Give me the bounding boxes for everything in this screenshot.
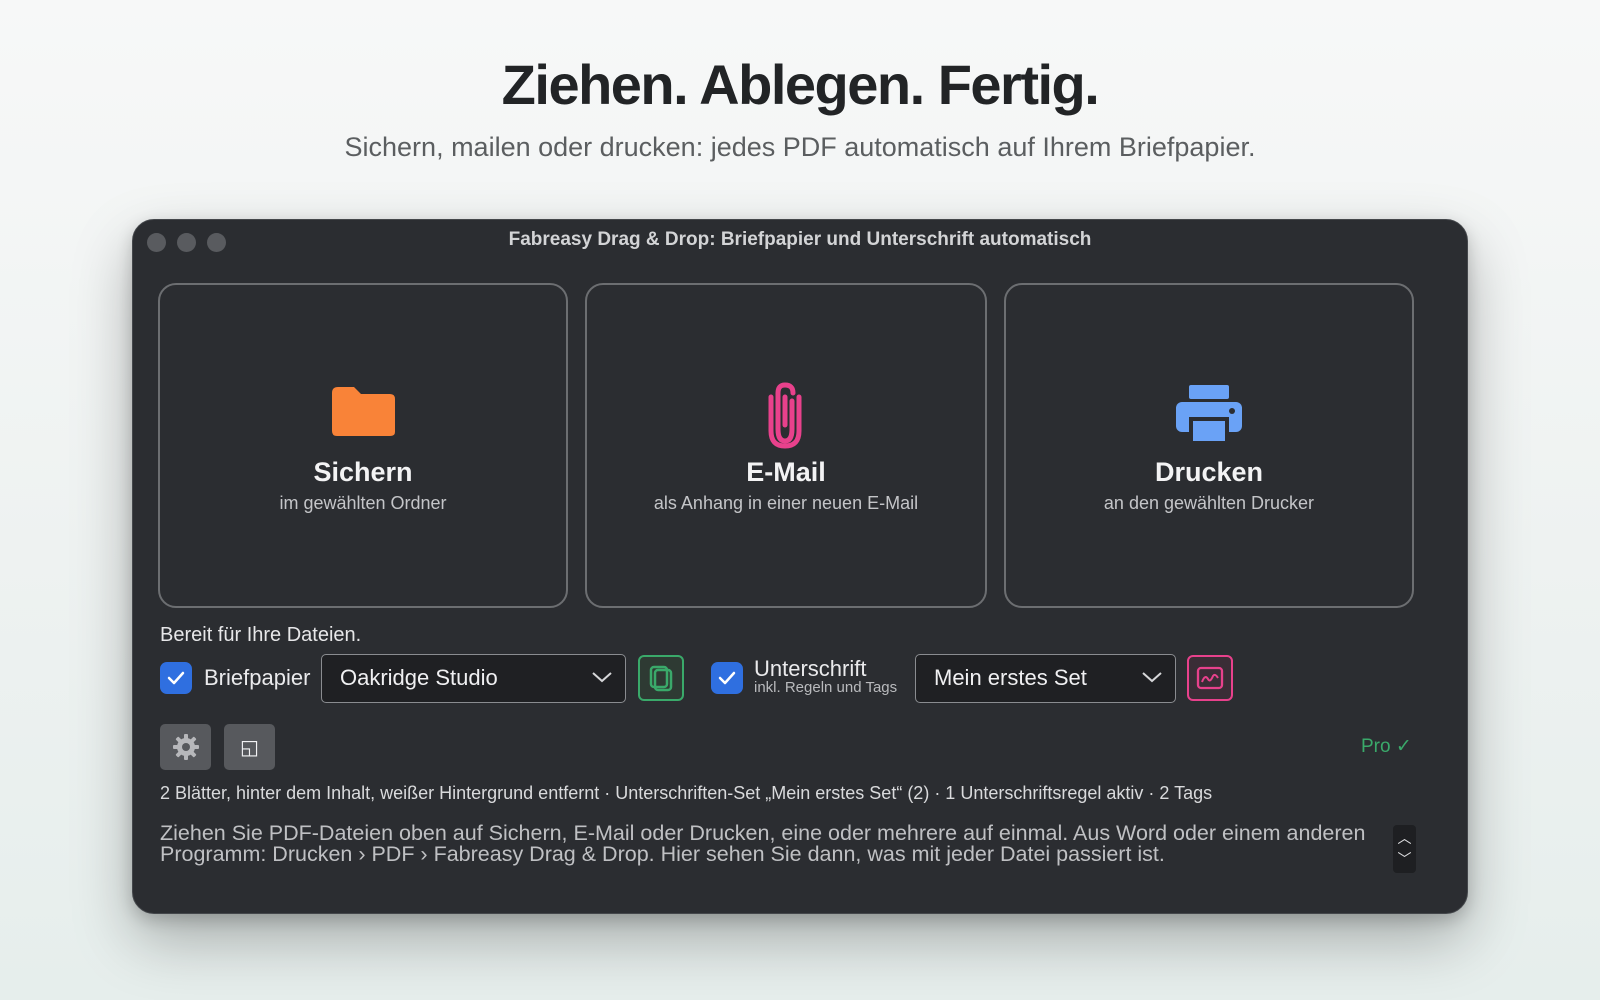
dropzone-print-desc: an den gewählten Drucker: [1103, 493, 1315, 513]
dropzone-email-title: E-Mail: [746, 457, 826, 487]
folder-icon: [328, 383, 398, 444]
letterhead-select-value: Oakridge Studio: [340, 665, 498, 690]
dropzone-email-desc: als Anhang in einer neuen E-Mail: [653, 493, 919, 513]
hint-text: Ziehen Sie PDF-Dateien oben auf Sichern,…: [160, 821, 1366, 866]
hint-scroller[interactable]: ︿ ﹀: [1393, 825, 1416, 873]
chevron-down-icon: [1141, 670, 1163, 689]
page-headline: Ziehen. Ablegen. Fertig.: [501, 53, 1100, 116]
window-mode-button[interactable]: ◱: [224, 724, 275, 770]
page-subline: Sichern, mailen oder drucken: jedes PDF …: [344, 132, 1256, 162]
dropzone-save[interactable]: Sichern im gewählten Ordner: [158, 283, 568, 608]
signature-sub-label: inkl. Regeln und Tags: [754, 679, 898, 696]
app-window: Fabreasy Drag & Drop: Briefpapier und Un…: [132, 219, 1468, 914]
signature-set-select-value: Mein erstes Set: [934, 665, 1087, 690]
dropzone-print[interactable]: Drucken an den gewählten Drucker: [1004, 283, 1414, 608]
window-title: Fabreasy Drag & Drop: Briefpapier und Un…: [508, 229, 1092, 250]
gear-icon: [172, 734, 199, 760]
signature-set-select[interactable]: Mein erstes Set: [915, 654, 1176, 703]
window-icon: ◱: [240, 735, 259, 759]
signature-checkbox[interactable]: [711, 662, 743, 694]
paperclip-icon: [766, 379, 806, 454]
dropzone-print-title: Drucken: [1154, 457, 1264, 487]
letterhead-label: Briefpapier: [204, 665, 311, 690]
letterhead-checkbox[interactable]: [160, 662, 192, 694]
pro-badge: Pro ✓: [1361, 736, 1412, 757]
letterhead-select[interactable]: Oakridge Studio: [321, 654, 626, 703]
dropzone-email[interactable]: E-Mail als Anhang in einer neuen E-Mail: [585, 283, 987, 608]
dropzone-save-title: Sichern: [313, 457, 413, 487]
copy-pages-icon: [649, 665, 673, 692]
status-text: Bereit für Ihre Dateien.: [160, 624, 362, 646]
dropzone-save-desc: im gewählten Ordner: [279, 493, 447, 513]
signature-preview-button[interactable]: [1187, 655, 1233, 701]
checkmark-icon: [167, 671, 185, 685]
letterhead-preview-button[interactable]: [638, 655, 684, 701]
printer-icon: [1174, 383, 1244, 452]
chevron-down-icon[interactable]: ﹀: [1393, 849, 1416, 869]
signature-icon: [1196, 666, 1224, 690]
settings-button[interactable]: [160, 724, 211, 770]
chevron-down-icon: [591, 670, 613, 689]
chevron-up-icon[interactable]: ︿: [1393, 828, 1416, 848]
checkmark-icon: [718, 671, 736, 685]
settings-summary: 2 Blätter, hinter dem Inhalt, weißer Hin…: [160, 783, 1213, 803]
